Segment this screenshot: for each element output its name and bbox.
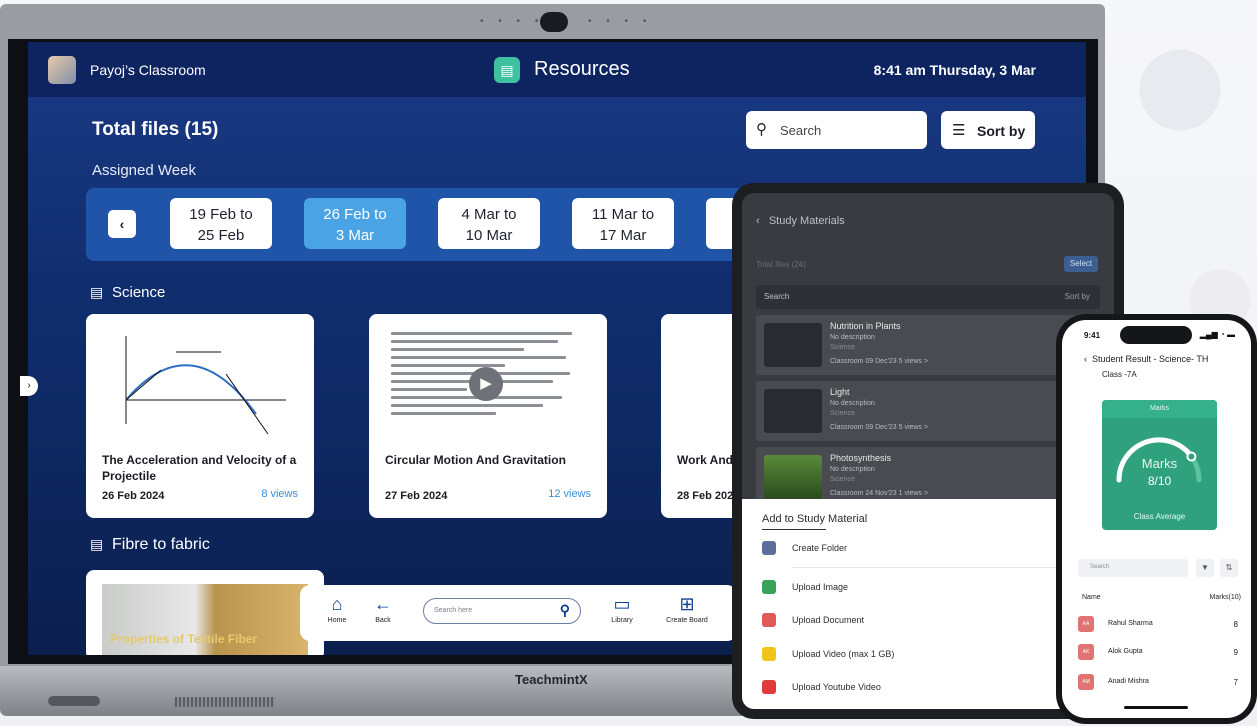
section-science: ▤ Science [90,284,166,301]
total-files: Total files (15) [92,119,219,140]
card-title: The Acceleration and Velocity of a Proje… [102,453,297,483]
tablet-search[interactable]: Search Sort by [756,285,1100,309]
sort-icon: ☰ [952,122,966,139]
week-option[interactable]: 11 Mar to 17 Mar [572,198,674,249]
search-icon: ⚲ [756,121,767,138]
resource-card[interactable]: The Acceleration and Velocity of a Proje… [86,314,314,518]
home-button[interactable]: ⌂ Home [312,593,362,624]
card-date: 27 Feb 2024 [385,490,448,502]
upload-video-option[interactable]: Upload Video (max 1 GB) [762,647,894,661]
camera-icon [540,12,568,32]
divider [762,529,826,530]
bottom-dock: ⌂ Home ← Back Search here ⚲ ▭ Library ⊞ Crea… [300,585,737,641]
upload-youtube-option[interactable]: Upload Youtube Video [762,680,881,694]
classroom-name: Payoj’s Classroom [90,62,206,78]
list-item[interactable]: Light No description Science Classroom 0… [756,381,1100,441]
table-row[interactable]: AM Anadi Mishra 7 [1078,672,1238,692]
folder-icon: ▭ [613,594,631,614]
create-board-button[interactable]: ⊞ Create Board [657,593,717,624]
search-icon: ⚲ [559,602,570,618]
avatar[interactable] [48,56,76,84]
table-row[interactable]: AA Rahul Sharma 8 [1078,614,1238,634]
clock: 8:41 am Thursday, 3 Mar [873,62,1036,78]
search-placeholder: Search [780,123,822,138]
card-title: Properties of Textile Fiber [110,632,258,646]
page-title: Resources [534,58,630,80]
arrow-left-icon: ← [374,594,392,614]
filter-icon[interactable]: ▼ [1196,559,1214,577]
marks-card: Marks Marks 8/10 Class Average [1102,400,1217,530]
tablet-header: ‹ Study Materials [756,215,845,227]
add-board-icon: ⊞ [679,594,695,614]
library-button[interactable]: ▭ Library [597,593,647,624]
status-time: 9:41 [1084,331,1101,340]
resources-icon: ▤ [494,57,520,83]
chevron-left-icon[interactable]: ‹ [108,210,136,238]
table-row[interactable]: AK Alok Gupta 9 [1078,642,1238,662]
play-icon[interactable]: ▶ [469,367,503,401]
list-item[interactable]: Photosynthesis No description Science Cl… [756,447,1100,507]
image-icon [762,580,776,594]
card-views: 8 views [261,488,298,500]
page-title: ‹ Student Result - Science- TH [1084,354,1209,364]
sort-by-button[interactable]: ☰ Sort by [941,111,1035,149]
section-fibre-to-fabric: ▤ Fibre to fabric [90,536,210,553]
back-button[interactable]: ← Back [358,593,408,624]
video-icon [762,647,776,661]
notch [1120,326,1192,344]
resource-card[interactable]: Properties of Textile Fiber [86,570,324,655]
list-icon: ▤ [90,284,104,300]
week-option-active[interactable]: 26 Feb to 3 Mar [304,198,406,249]
class-label: Class -7A [1102,370,1137,379]
class-average-label: Class Average [1133,512,1186,521]
week-option[interactable]: 4 Mar to 10 Mar [438,198,540,249]
card-views: 12 views [548,488,591,500]
list-icon: ▤ [90,536,104,552]
sensor-dots: • • • • [480,16,545,27]
port [48,696,100,706]
dock-search-input[interactable]: Search here ⚲ [423,598,581,624]
search-input[interactable]: ⚲ Search [746,111,927,149]
speaker-grill [175,697,275,707]
home-icon: ⌂ [331,594,343,614]
column-marks: Marks(10) [1209,594,1241,601]
list-item[interactable]: Nutrition in Plants No description Scien… [756,315,1100,375]
assigned-week-label: Assigned Week [92,162,196,179]
upload-image-option[interactable]: Upload Image [762,580,848,594]
divider [792,567,1092,568]
select-button[interactable]: Select [1064,256,1098,272]
folder-icon [762,541,776,555]
sensor-dots: • • • • [588,16,653,27]
document-preview: ▶ [369,314,607,442]
sort-label: Sort by [977,123,1026,139]
video-thumbnail [764,455,822,499]
home-indicator [1124,706,1188,709]
card-date: 26 Feb 2024 [102,490,165,502]
folder-thumbnail [764,323,822,367]
top-bar: Payoj’s Classroom ▤ Resources 8:41 am Th… [28,42,1086,97]
phone-device: 9:41 ▂▄▆ ◔ ▬ ‹ Student Result - Science-… [1056,314,1257,724]
folder-thumbnail [764,389,822,433]
phone-screen: 9:41 ▂▄▆ ◔ ▬ ‹ Student Result - Science-… [1062,320,1251,718]
resource-card[interactable]: ▶ Circular Motion And Gravitation 27 Feb… [369,314,607,518]
projectile-diagram [86,314,314,442]
week-option[interactable]: 19 Feb to 25 Feb [170,198,272,249]
marks-label: Marks [1141,456,1178,471]
upload-document-option[interactable]: Upload Document [762,613,864,627]
card-title: Circular Motion And Gravitation [385,453,566,467]
sort-icon[interactable]: ⇅ [1220,559,1238,577]
tablet-subheader: Total files (24) [756,260,806,269]
pdf-icon [762,613,776,627]
status-icons: ▂▄▆ ◔ ▬ [1199,330,1235,339]
youtube-icon [762,680,776,694]
create-folder-option[interactable]: Create Folder [762,541,847,555]
brand-logo: TeachmintX [515,672,588,687]
sheet-title: Add to Study Material [762,513,868,525]
card-date: 28 Feb 202 [677,490,734,502]
column-name: Name [1082,594,1101,601]
phone-search-input[interactable]: Search [1078,559,1188,577]
marks-value: 8/10 [1147,474,1172,488]
